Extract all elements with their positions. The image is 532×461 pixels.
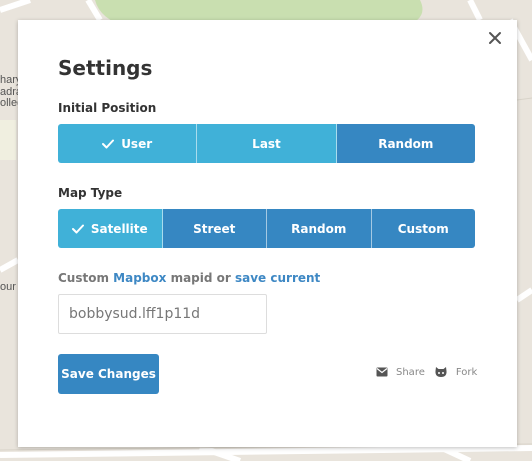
envelope-icon: [376, 367, 388, 377]
map-type-custom-label: Custom: [397, 221, 449, 236]
save-changes-button[interactable]: Save Changes: [58, 354, 159, 394]
map-type-street-button[interactable]: Street: [162, 209, 267, 248]
github-icon: [435, 367, 447, 377]
initial-position-user-label: User: [121, 136, 153, 151]
initial-position-random-button[interactable]: Random: [336, 124, 475, 163]
map-type-satellite-label: Satellite: [90, 221, 148, 236]
initial-position-last-label: Last: [252, 136, 281, 151]
check-icon: [71, 224, 84, 234]
map-type-random-button[interactable]: Random: [267, 209, 372, 248]
initial-position-control: User Last Random: [58, 124, 475, 163]
map-type-custom-button[interactable]: Custom: [371, 209, 475, 248]
close-icon: [489, 32, 501, 44]
map-type-label: Map Type: [58, 186, 123, 200]
map-label: our: [0, 281, 16, 293]
custom-mapid-label: Custom Mapbox mapid or save current: [58, 271, 320, 285]
initial-position-user-button[interactable]: User: [58, 124, 198, 163]
mapbox-link[interactable]: Mapbox: [113, 271, 166, 285]
custom-prefix-text: Custom: [58, 271, 109, 285]
save-current-link[interactable]: save current: [235, 271, 320, 285]
fork-link[interactable]: Fork: [434, 366, 477, 378]
map-type-random-label: Random: [291, 221, 347, 236]
share-row: Share Fork: [376, 366, 477, 378]
initial-position-last-button[interactable]: Last: [197, 124, 337, 163]
share-link[interactable]: Share: [376, 367, 425, 378]
map-type-street-label: Street: [193, 221, 236, 236]
close-button[interactable]: [487, 30, 503, 46]
settings-modal: Settings Initial Position User Last Rand…: [18, 20, 517, 447]
custom-middle-text: mapid or: [170, 271, 231, 285]
initial-position-label: Initial Position: [58, 101, 157, 115]
check-icon: [102, 139, 115, 149]
fork-label: Fork: [455, 366, 478, 378]
map-type-control: Satellite Street Random Custom: [58, 209, 475, 248]
mapid-input[interactable]: [58, 294, 267, 334]
share-label: Share: [396, 366, 425, 378]
modal-title: Settings: [58, 56, 153, 80]
initial-position-random-label: Random: [378, 136, 434, 151]
map-type-satellite-button[interactable]: Satellite: [58, 209, 163, 248]
